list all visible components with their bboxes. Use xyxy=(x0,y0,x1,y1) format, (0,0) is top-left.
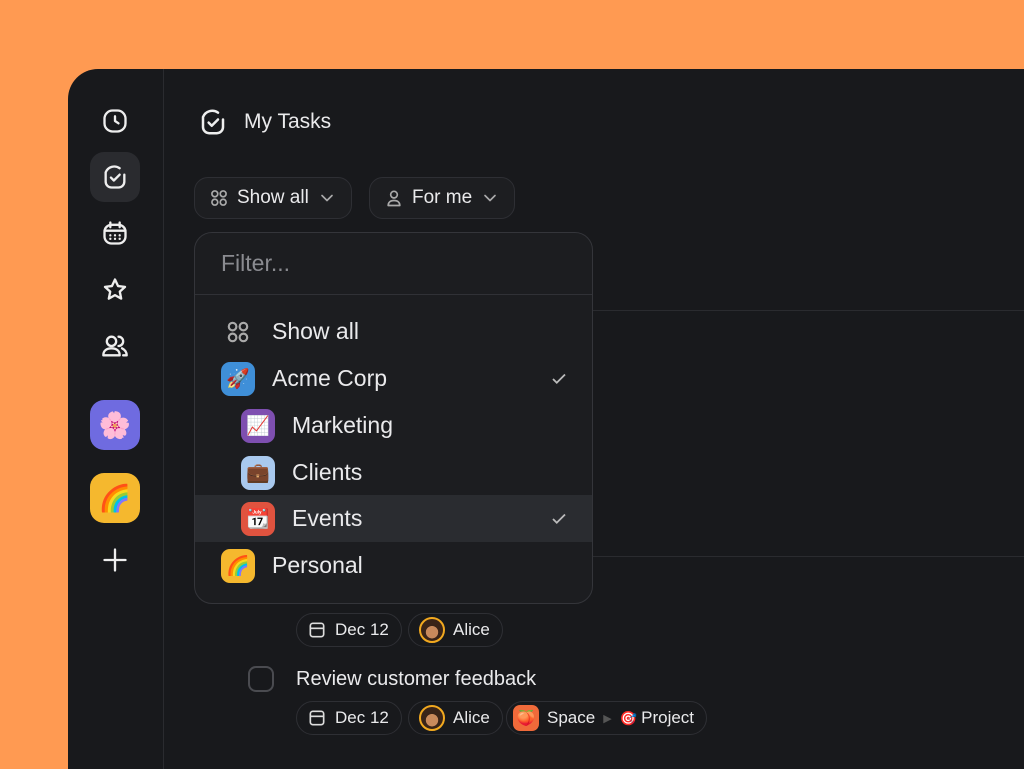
assignee-name: Alice xyxy=(453,620,490,639)
task-checkbox[interactable] xyxy=(248,666,274,692)
sidebar-item-recent[interactable] xyxy=(90,96,140,146)
caret-right-icon: ▶ xyxy=(603,712,612,725)
users-icon xyxy=(102,335,128,357)
task-title[interactable]: Review customer feedback xyxy=(296,668,536,691)
check-icon xyxy=(552,513,566,524)
calendar-emoji-icon: 📆 xyxy=(241,501,275,536)
chevron-down-icon xyxy=(320,194,333,202)
chart-icon: 📈 xyxy=(241,408,275,443)
calendar-icon xyxy=(103,221,127,245)
page-header: My Tasks xyxy=(198,107,331,137)
star-icon xyxy=(103,278,127,300)
due-date-chip[interactable]: Dec 12 xyxy=(296,613,402,647)
dropdown-item-show-all[interactable]: Show all xyxy=(195,308,592,355)
clock-icon xyxy=(103,109,127,133)
item-label: Show all xyxy=(272,318,359,344)
item-label: Acme Corp xyxy=(272,365,388,391)
dropdown-item-events[interactable]: 📆 Events xyxy=(195,495,592,542)
space-name: Space xyxy=(547,708,596,727)
project-name: Project xyxy=(641,708,695,727)
user-icon xyxy=(387,190,401,207)
briefcase-icon: 💼 xyxy=(241,455,275,490)
assignee-chip[interactable]: Alice xyxy=(408,613,503,647)
peach-icon: 🍑 xyxy=(513,705,539,731)
sidebar-item-people[interactable] xyxy=(90,321,140,371)
calendar-icon xyxy=(309,622,325,638)
dropdown-item-marketing[interactable]: 📈 Marketing xyxy=(195,402,592,449)
divider xyxy=(593,556,1024,557)
filter-input[interactable]: Filter... xyxy=(195,233,592,295)
space-rainbow[interactable]: 🌈 xyxy=(90,473,140,523)
item-label: Events xyxy=(292,505,363,531)
sidebar-item-my-tasks[interactable] xyxy=(90,152,140,202)
item-label: Marketing xyxy=(292,412,393,438)
check-icon xyxy=(552,373,566,384)
location-chip[interactable]: 🍑 Space ▶ 🎯 Project xyxy=(506,701,708,735)
check-circle-icon xyxy=(104,165,126,189)
sidebar-item-calendar[interactable] xyxy=(90,208,140,258)
rocket-icon: 🚀 xyxy=(221,361,255,396)
chevron-down-icon xyxy=(484,194,497,202)
avatar xyxy=(419,705,445,731)
dropdown-item-personal[interactable]: 🌈 Personal xyxy=(195,542,592,589)
page-title: My Tasks xyxy=(244,110,332,133)
divider xyxy=(593,310,1024,311)
item-label: Personal xyxy=(272,552,363,578)
grid-icon xyxy=(221,315,255,349)
dropdown-item-acme-corp[interactable]: 🚀 Acme Corp xyxy=(195,355,592,402)
sidebar-item-favorites[interactable] xyxy=(90,265,140,315)
assignee-filter-button[interactable]: For me xyxy=(369,177,516,219)
flower-icon: 🌸 xyxy=(98,409,132,440)
grid-icon xyxy=(211,190,227,206)
scope-filter-label: Show all xyxy=(237,187,309,208)
item-label: Clients xyxy=(292,459,363,485)
due-date: Dec 12 xyxy=(335,708,389,727)
scope-filter-button[interactable]: Show all xyxy=(194,177,352,219)
app-window: 🌸 🌈 My Tasks Show all For me Filter... S… xyxy=(68,69,1024,769)
avatar xyxy=(419,617,445,643)
plus-icon xyxy=(103,548,127,572)
calendar-icon xyxy=(309,710,325,726)
check-circle-icon xyxy=(201,109,225,135)
due-date-chip[interactable]: Dec 12 xyxy=(296,701,402,735)
scope-dropdown: Filter... Show all 🚀 Acme Corp 📈 Marketi… xyxy=(194,232,593,604)
rainbow-icon: 🌈 xyxy=(98,482,132,513)
assignee-filter-label: For me xyxy=(412,187,473,208)
rainbow-icon: 🌈 xyxy=(221,548,255,583)
due-date: Dec 12 xyxy=(335,620,389,639)
target-icon: 🎯 xyxy=(619,709,638,726)
space-flower[interactable]: 🌸 xyxy=(90,400,140,450)
assignee-chip[interactable]: Alice xyxy=(408,701,503,735)
add-space-button[interactable] xyxy=(90,535,140,585)
assignee-name: Alice xyxy=(453,708,490,727)
dropdown-item-clients[interactable]: 💼 Clients xyxy=(195,449,592,496)
sidebar: 🌸 🌈 xyxy=(68,69,164,769)
